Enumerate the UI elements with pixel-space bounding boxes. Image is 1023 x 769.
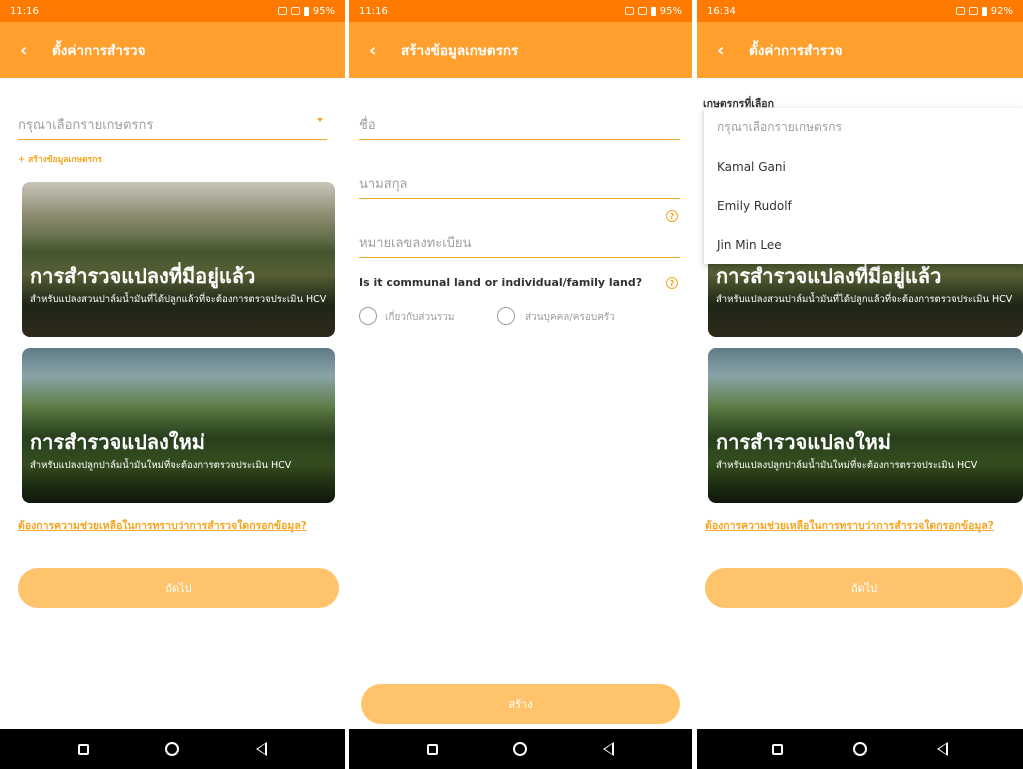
help-link[interactable]: ต้องการความช่วยเหลือในการทราบว่าการสำรวจ… <box>705 518 1015 534</box>
first-name-field[interactable]: ชื่อ <box>359 114 680 140</box>
add-farmer-link[interactable]: + สร้างข้อมูลเกษตรกร <box>18 152 102 166</box>
status-time: 16:34 <box>707 5 736 17</box>
card-title: การสำรวจแปลงที่มีอยู่แล้ว <box>716 264 942 288</box>
card-subtitle: สำหรับแปลงสวนปาล์มน้ำมันที่ได้ปลูกแล้วที… <box>30 294 327 305</box>
page-title: สร้างข้อมูลเกษตรกร <box>401 43 519 59</box>
home-icon[interactable] <box>853 742 867 756</box>
help-icon[interactable]: ? <box>666 210 678 222</box>
battery-icon <box>981 6 987 16</box>
status-icons: 95% <box>277 5 335 17</box>
back-triangle-icon[interactable] <box>603 742 615 756</box>
screen-survey-setup-dropdown: 16:34 92% ‹ ตั้งค่าการสำรวจ เกษตรกรที่เล… <box>697 0 1023 769</box>
status-bar: 16:34 92% <box>697 0 1023 22</box>
battery-level: 95% <box>312 5 335 17</box>
back-button[interactable]: ‹ <box>717 40 735 61</box>
status-icons: 92% <box>955 5 1013 17</box>
back-button[interactable]: ‹ <box>369 40 387 61</box>
radio-communal-label[interactable]: เกี่ยวกับส่วนรวม <box>385 310 454 325</box>
farmer-select-placeholder: กรุณาเลือกรายเกษตรกร <box>18 118 154 133</box>
dropdown-arrow-icon <box>317 118 323 122</box>
recents-icon[interactable] <box>78 743 90 755</box>
card-new-plot-survey[interactable]: การสำรวจแปลงใหม่ สำหรับแปลงปลูกปาล์มน้ำม… <box>22 348 335 503</box>
android-nav-bar <box>0 729 345 769</box>
card-title: การสำรวจแปลงใหม่ <box>30 430 205 454</box>
android-nav-bar <box>349 729 692 769</box>
help-link[interactable]: ต้องการความช่วยเหลือในการทราบว่าการสำรวจ… <box>18 518 328 534</box>
dropdown-option[interactable]: Jin Min Lee <box>704 225 1023 264</box>
card-new-plot-survey[interactable]: การสำรวจแปลงใหม่ สำหรับแปลงปลูกปาล์มน้ำม… <box>708 348 1023 503</box>
status-time: 11:16 <box>359 5 388 17</box>
screen-survey-setup: 11:16 95% ‹ ตั้งค่าการสำรวจ กรุณาเลือกรา… <box>0 0 345 769</box>
card-subtitle: สำหรับแปลงปลูกปาล์มน้ำมันใหม่ที่จะต้องกา… <box>716 460 978 471</box>
battery-level: 92% <box>990 5 1013 17</box>
battery-icon <box>303 6 309 16</box>
last-name-field[interactable]: นามสกุล <box>359 173 680 199</box>
registration-number-field[interactable]: หมายเลขลงทะเบียน <box>359 232 680 258</box>
radio-individual-label[interactable]: ส่วนบุคคล/ครอบครัว <box>525 310 615 325</box>
next-button[interactable]: ถัดไป <box>705 568 1023 608</box>
back-triangle-icon[interactable] <box>937 742 948 756</box>
registration-placeholder: หมายเลขลงทะเบียน <box>359 236 472 251</box>
app-bar: ‹ ตั้งค่าการสำรวจ <box>0 22 345 78</box>
back-triangle-icon[interactable] <box>255 742 267 756</box>
screen-create-farmer: 11:16 95% ‹ สร้างข้อมูลเกษตรกร ชื่อ นามส… <box>349 0 692 769</box>
signal-icon <box>277 7 287 15</box>
dropdown-option[interactable]: Kamal Gani <box>704 147 1023 186</box>
card-existing-plot-survey[interactable]: การสำรวจแปลงที่มีอยู่แล้ว สำหรับแปลงสวนป… <box>22 182 335 337</box>
signal-icon <box>955 7 965 15</box>
signal-icon <box>624 7 634 15</box>
app-bar: ‹ ตั้งค่าการสำรวจ <box>697 22 1023 78</box>
card-subtitle: สำหรับแปลงสวนปาล์มน้ำมันที่ได้ปลูกแล้วที… <box>716 294 1013 305</box>
farmer-select[interactable]: กรุณาเลือกรายเกษตรกร <box>18 114 327 140</box>
stage: 11:16 95% ‹ ตั้งค่าการสำรวจ กรุณาเลือกรา… <box>0 0 1023 769</box>
status-time: 11:16 <box>10 5 39 17</box>
app-bar: ‹ สร้างข้อมูลเกษตรกร <box>349 22 692 78</box>
land-type-question: Is it communal land or individual/family… <box>359 276 643 289</box>
wifi-icon <box>968 7 978 15</box>
page-title: ตั้งค่าการสำรวจ <box>749 43 843 59</box>
radio-communal[interactable] <box>359 307 377 325</box>
home-icon[interactable] <box>513 742 528 756</box>
card-title: การสำรวจแปลงใหม่ <box>716 430 891 454</box>
dropdown-placeholder[interactable]: กรุณาเลือกรายเกษตรกร <box>704 108 1023 147</box>
card-title: การสำรวจแปลงที่มีอยู่แล้ว <box>30 264 256 288</box>
status-bar: 11:16 95% <box>349 0 692 22</box>
help-icon[interactable]: ? <box>666 277 678 289</box>
wifi-icon <box>637 7 647 15</box>
farmer-dropdown-menu: กรุณาเลือกรายเกษตรกร Kamal Gani Emily Ru… <box>704 108 1023 264</box>
status-icons: 95% <box>624 5 682 17</box>
android-nav-bar <box>697 729 1023 769</box>
radio-individual[interactable] <box>497 307 515 325</box>
back-button[interactable]: ‹ <box>20 40 38 61</box>
recents-icon[interactable] <box>772 743 783 755</box>
battery-level: 95% <box>659 5 682 17</box>
page-title: ตั้งค่าการสำรวจ <box>52 43 146 59</box>
wifi-icon <box>290 7 300 15</box>
battery-icon <box>650 6 656 16</box>
next-button[interactable]: ถัดไป <box>18 568 339 608</box>
dropdown-option[interactable]: Emily Rudolf <box>704 186 1023 225</box>
first-name-placeholder: ชื่อ <box>359 118 376 133</box>
create-button[interactable]: สร้าง <box>361 684 680 724</box>
card-subtitle: สำหรับแปลงปลูกปาล์มน้ำมันใหม่ที่จะต้องกา… <box>30 460 292 471</box>
status-bar: 11:16 95% <box>0 0 345 22</box>
recents-icon[interactable] <box>426 743 438 755</box>
home-icon[interactable] <box>165 742 180 756</box>
last-name-placeholder: นามสกุล <box>359 177 408 192</box>
